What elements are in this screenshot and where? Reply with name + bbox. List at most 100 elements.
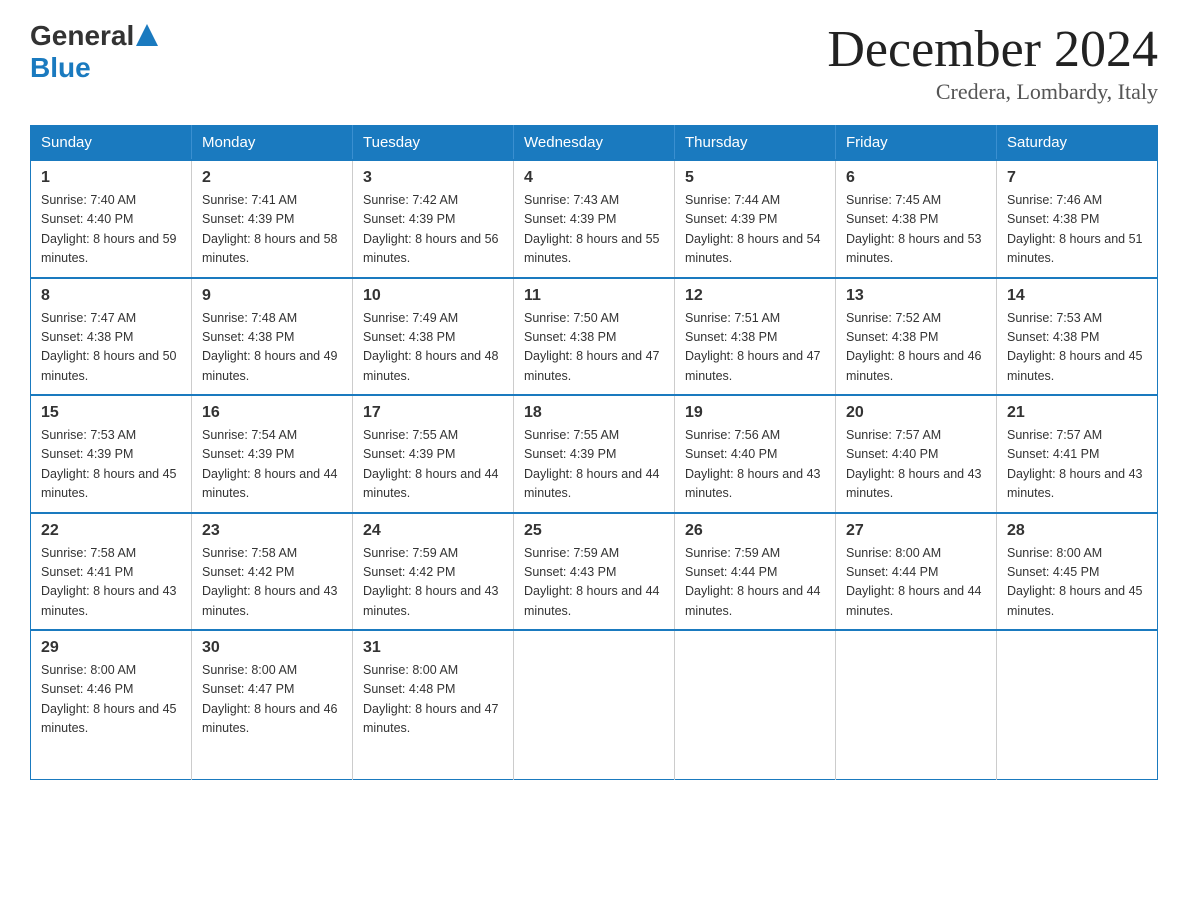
column-header-sunday: Sunday: [31, 126, 192, 161]
calendar-cell: 25 Sunrise: 7:59 AMSunset: 4:43 PMDaylig…: [514, 513, 675, 631]
calendar-cell: 8 Sunrise: 7:47 AMSunset: 4:38 PMDayligh…: [31, 278, 192, 396]
calendar-week-row: 22 Sunrise: 7:58 AMSunset: 4:41 PMDaylig…: [31, 513, 1158, 631]
calendar-cell: 3 Sunrise: 7:42 AMSunset: 4:39 PMDayligh…: [353, 160, 514, 278]
day-number: 4: [524, 169, 664, 187]
day-number: 28: [1007, 522, 1147, 540]
day-info: Sunrise: 7:58 AMSunset: 4:42 PMDaylight:…: [202, 546, 338, 618]
day-info: Sunrise: 7:43 AMSunset: 4:39 PMDaylight:…: [524, 193, 660, 265]
day-number: 16: [202, 404, 342, 422]
day-info: Sunrise: 7:53 AMSunset: 4:39 PMDaylight:…: [41, 428, 177, 500]
day-number: 29: [41, 639, 181, 657]
calendar-cell: 16 Sunrise: 7:54 AMSunset: 4:39 PMDaylig…: [192, 395, 353, 513]
day-number: 20: [846, 404, 986, 422]
day-info: Sunrise: 7:48 AMSunset: 4:38 PMDaylight:…: [202, 311, 338, 383]
calendar-cell: 31 Sunrise: 8:00 AMSunset: 4:48 PMDaylig…: [353, 630, 514, 779]
day-number: 23: [202, 522, 342, 540]
day-number: 1: [41, 169, 181, 187]
day-number: 22: [41, 522, 181, 540]
day-info: Sunrise: 7:40 AMSunset: 4:40 PMDaylight:…: [41, 193, 177, 265]
title-section: December 2024 Credera, Lombardy, Italy: [827, 20, 1158, 105]
day-number: 14: [1007, 287, 1147, 305]
day-info: Sunrise: 7:47 AMSunset: 4:38 PMDaylight:…: [41, 311, 177, 383]
day-number: 27: [846, 522, 986, 540]
calendar-cell: [997, 630, 1158, 779]
day-info: Sunrise: 8:00 AMSunset: 4:45 PMDaylight:…: [1007, 546, 1143, 618]
day-number: 31: [363, 639, 503, 657]
day-info: Sunrise: 7:57 AMSunset: 4:41 PMDaylight:…: [1007, 428, 1143, 500]
calendar-cell: 12 Sunrise: 7:51 AMSunset: 4:38 PMDaylig…: [675, 278, 836, 396]
calendar-cell: 2 Sunrise: 7:41 AMSunset: 4:39 PMDayligh…: [192, 160, 353, 278]
day-number: 25: [524, 522, 664, 540]
logo-general-text: General: [30, 20, 134, 52]
calendar-cell: 27 Sunrise: 8:00 AMSunset: 4:44 PMDaylig…: [836, 513, 997, 631]
logo-triangle-icon: [136, 24, 158, 46]
day-number: 19: [685, 404, 825, 422]
day-number: 11: [524, 287, 664, 305]
calendar-cell: 4 Sunrise: 7:43 AMSunset: 4:39 PMDayligh…: [514, 160, 675, 278]
day-info: Sunrise: 7:59 AMSunset: 4:43 PMDaylight:…: [524, 546, 660, 618]
day-number: 13: [846, 287, 986, 305]
calendar-cell: 26 Sunrise: 7:59 AMSunset: 4:44 PMDaylig…: [675, 513, 836, 631]
day-info: Sunrise: 7:53 AMSunset: 4:38 PMDaylight:…: [1007, 311, 1143, 383]
calendar-cell: 13 Sunrise: 7:52 AMSunset: 4:38 PMDaylig…: [836, 278, 997, 396]
day-number: 8: [41, 287, 181, 305]
calendar-cell: 29 Sunrise: 8:00 AMSunset: 4:46 PMDaylig…: [31, 630, 192, 779]
calendar-cell: 28 Sunrise: 8:00 AMSunset: 4:45 PMDaylig…: [997, 513, 1158, 631]
calendar-cell: 24 Sunrise: 7:59 AMSunset: 4:42 PMDaylig…: [353, 513, 514, 631]
calendar-cell: 20 Sunrise: 7:57 AMSunset: 4:40 PMDaylig…: [836, 395, 997, 513]
calendar-cell: 6 Sunrise: 7:45 AMSunset: 4:38 PMDayligh…: [836, 160, 997, 278]
day-number: 7: [1007, 169, 1147, 187]
calendar-week-row: 1 Sunrise: 7:40 AMSunset: 4:40 PMDayligh…: [31, 160, 1158, 278]
calendar-cell: 21 Sunrise: 7:57 AMSunset: 4:41 PMDaylig…: [997, 395, 1158, 513]
calendar-header-row: SundayMondayTuesdayWednesdayThursdayFrid…: [31, 126, 1158, 161]
day-info: Sunrise: 7:52 AMSunset: 4:38 PMDaylight:…: [846, 311, 982, 383]
calendar-cell: 1 Sunrise: 7:40 AMSunset: 4:40 PMDayligh…: [31, 160, 192, 278]
day-info: Sunrise: 8:00 AMSunset: 4:46 PMDaylight:…: [41, 663, 177, 735]
day-number: 3: [363, 169, 503, 187]
logo-blue-text: Blue: [30, 52, 158, 84]
column-header-wednesday: Wednesday: [514, 126, 675, 161]
day-info: Sunrise: 7:56 AMSunset: 4:40 PMDaylight:…: [685, 428, 821, 500]
day-info: Sunrise: 8:00 AMSunset: 4:44 PMDaylight:…: [846, 546, 982, 618]
day-number: 15: [41, 404, 181, 422]
day-info: Sunrise: 7:50 AMSunset: 4:38 PMDaylight:…: [524, 311, 660, 383]
column-header-thursday: Thursday: [675, 126, 836, 161]
calendar-week-row: 29 Sunrise: 8:00 AMSunset: 4:46 PMDaylig…: [31, 630, 1158, 779]
day-info: Sunrise: 7:58 AMSunset: 4:41 PMDaylight:…: [41, 546, 177, 618]
calendar-cell: 9 Sunrise: 7:48 AMSunset: 4:38 PMDayligh…: [192, 278, 353, 396]
calendar-cell: 14 Sunrise: 7:53 AMSunset: 4:38 PMDaylig…: [997, 278, 1158, 396]
day-info: Sunrise: 7:45 AMSunset: 4:38 PMDaylight:…: [846, 193, 982, 265]
logo: General Blue: [30, 20, 158, 84]
month-title: December 2024: [827, 20, 1158, 79]
day-info: Sunrise: 7:55 AMSunset: 4:39 PMDaylight:…: [363, 428, 499, 500]
calendar-cell: [675, 630, 836, 779]
calendar-cell: [836, 630, 997, 779]
day-info: Sunrise: 7:54 AMSunset: 4:39 PMDaylight:…: [202, 428, 338, 500]
calendar-cell: 30 Sunrise: 8:00 AMSunset: 4:47 PMDaylig…: [192, 630, 353, 779]
calendar-cell: 18 Sunrise: 7:55 AMSunset: 4:39 PMDaylig…: [514, 395, 675, 513]
column-header-friday: Friday: [836, 126, 997, 161]
day-info: Sunrise: 8:00 AMSunset: 4:48 PMDaylight:…: [363, 663, 499, 735]
day-number: 5: [685, 169, 825, 187]
day-number: 18: [524, 404, 664, 422]
calendar-cell: 23 Sunrise: 7:58 AMSunset: 4:42 PMDaylig…: [192, 513, 353, 631]
calendar-cell: 7 Sunrise: 7:46 AMSunset: 4:38 PMDayligh…: [997, 160, 1158, 278]
day-info: Sunrise: 7:44 AMSunset: 4:39 PMDaylight:…: [685, 193, 821, 265]
day-number: 26: [685, 522, 825, 540]
calendar-cell: 19 Sunrise: 7:56 AMSunset: 4:40 PMDaylig…: [675, 395, 836, 513]
calendar-cell: [514, 630, 675, 779]
calendar-cell: 15 Sunrise: 7:53 AMSunset: 4:39 PMDaylig…: [31, 395, 192, 513]
day-number: 17: [363, 404, 503, 422]
calendar-cell: 11 Sunrise: 7:50 AMSunset: 4:38 PMDaylig…: [514, 278, 675, 396]
calendar-cell: 5 Sunrise: 7:44 AMSunset: 4:39 PMDayligh…: [675, 160, 836, 278]
day-number: 30: [202, 639, 342, 657]
column-header-monday: Monday: [192, 126, 353, 161]
day-number: 6: [846, 169, 986, 187]
calendar-table: SundayMondayTuesdayWednesdayThursdayFrid…: [30, 125, 1158, 780]
location-subtitle: Credera, Lombardy, Italy: [827, 79, 1158, 105]
day-info: Sunrise: 7:57 AMSunset: 4:40 PMDaylight:…: [846, 428, 982, 500]
calendar-cell: 22 Sunrise: 7:58 AMSunset: 4:41 PMDaylig…: [31, 513, 192, 631]
day-info: Sunrise: 7:59 AMSunset: 4:44 PMDaylight:…: [685, 546, 821, 618]
day-number: 10: [363, 287, 503, 305]
calendar-week-row: 15 Sunrise: 7:53 AMSunset: 4:39 PMDaylig…: [31, 395, 1158, 513]
